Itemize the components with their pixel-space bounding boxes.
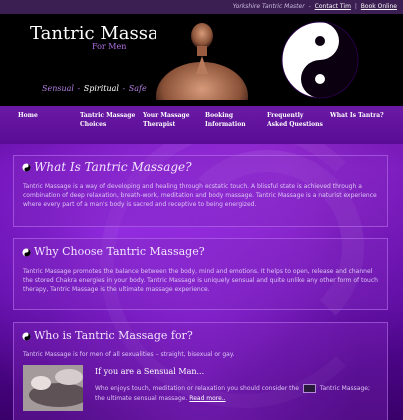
mini-logo-icon bbox=[302, 384, 316, 393]
contact-link[interactable]: Contact Tim bbox=[315, 3, 351, 10]
section-heading: Why Choose Tantric Massage? bbox=[22, 245, 205, 258]
book-online-link[interactable]: Book Online bbox=[361, 3, 397, 10]
main-nav: Home Tantric Massage Choices Your Massag… bbox=[0, 106, 403, 144]
section-body: Tantric Massage is a way of developing a… bbox=[23, 183, 377, 208]
section-who-is-it-for: Who is Tantric Massage for? Tantric Mass… bbox=[13, 322, 388, 420]
nav-faq[interactable]: Frequently Asked Questions bbox=[267, 111, 323, 129]
nav-home[interactable]: Home bbox=[18, 111, 38, 120]
section-why-choose: Why Choose Tantric Massage? Tantric Mass… bbox=[13, 238, 388, 310]
tagline-dash: - bbox=[77, 84, 81, 93]
tagline-dash: - bbox=[122, 84, 126, 93]
section-title: Why Choose Tantric Massage? bbox=[34, 245, 205, 258]
site-subtitle: For Men bbox=[92, 42, 127, 51]
yin-yang-icon bbox=[22, 163, 31, 172]
separator: - bbox=[308, 3, 313, 10]
site-name: Yorkshire Tantric Master bbox=[232, 3, 305, 10]
read-more-link[interactable]: Read more.. bbox=[189, 395, 225, 402]
yin-yang-icon bbox=[22, 247, 31, 257]
tagline: Sensual - Spiritual - Safe bbox=[42, 84, 147, 93]
tagline-spiritual: Spiritual bbox=[83, 84, 119, 93]
section-title: Who is Tantric Massage for? bbox=[34, 329, 193, 342]
section-title: What Is Tantric Massage? bbox=[34, 160, 192, 174]
nav-tantric-massage-choices[interactable]: Tantric Massage Choices bbox=[80, 111, 135, 129]
header-photo bbox=[156, 16, 248, 100]
nav-what-is-tantra[interactable]: What Is Tantra? bbox=[330, 111, 384, 120]
top-bar: Yorkshire Tantric Master - Contact Tim |… bbox=[0, 0, 403, 14]
sensual-man-heading: If you are a Sensual Man... bbox=[95, 367, 205, 376]
separator: | bbox=[354, 3, 357, 10]
nav-booking-information[interactable]: Booking Information bbox=[205, 111, 246, 129]
section-heading: Who is Tantric Massage for? bbox=[22, 329, 193, 342]
site-header: Tantric Massage For Men Sensual - Spirit… bbox=[0, 14, 403, 106]
section-what-is-tantric-massage: What Is Tantric Massage? Tantric Massage… bbox=[13, 155, 388, 227]
tagline-safe: Safe bbox=[128, 84, 147, 93]
tagline-sensual: Sensual bbox=[42, 84, 74, 93]
section-body: Tantric Massage promotes the balance bet… bbox=[23, 268, 378, 293]
yin-yang-icon bbox=[22, 331, 31, 341]
sensual-man-text: Who enjoys touch, meditation or relaxati… bbox=[95, 384, 378, 404]
yin-yang-logo bbox=[280, 20, 360, 100]
section-heading: What Is Tantric Massage? bbox=[22, 160, 192, 174]
section-intro: Tantric Massage is for men of all sexual… bbox=[23, 351, 235, 358]
nav-your-massage-therapist[interactable]: Your Massage Therapist bbox=[143, 111, 190, 129]
sensual-man-text-start: Who enjoys touch, meditation or relaxati… bbox=[95, 385, 299, 392]
sensual-man-photo bbox=[23, 365, 83, 411]
